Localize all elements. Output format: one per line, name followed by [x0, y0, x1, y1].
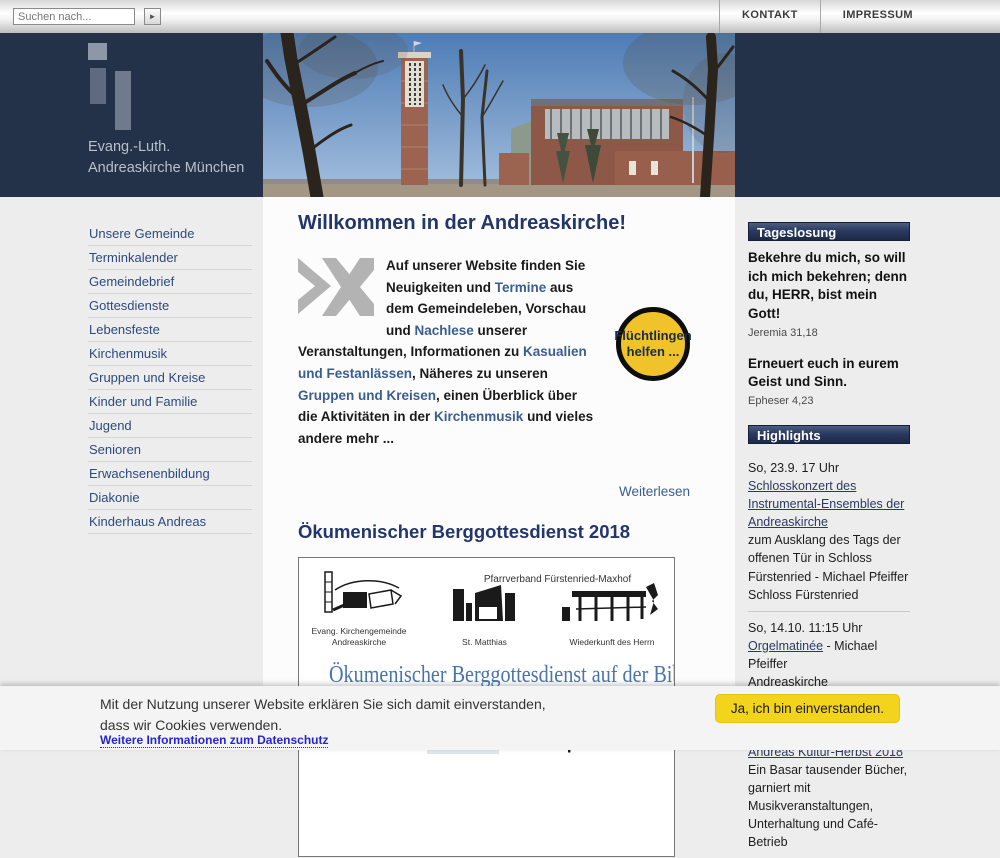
poster-logo-wiederkunft: Wiederkunft des Herrn: [562, 581, 662, 648]
sidebar-item[interactable]: Terminkalender: [88, 246, 252, 270]
kontakt-link[interactable]: KONTAKT: [719, 0, 820, 33]
sidebar-item[interactable]: Lebensfeste: [88, 318, 252, 342]
highlight-description: zum Ausklang des Tags der offenen Tür in…: [748, 531, 910, 585]
page-title: Willkommen in der Andreaskirche!: [298, 212, 690, 235]
privacy-info-link[interactable]: Weitere Informationen zum Datenschutz: [100, 733, 328, 748]
highlight-link[interactable]: Schlosskonzert des Instrumental-Ensemble…: [748, 479, 904, 529]
readmore-link[interactable]: Weiterlesen: [619, 484, 690, 499]
search-form: ►: [13, 8, 161, 25]
tageslosung-header: Tageslosung: [748, 222, 910, 241]
poster-logo-caption: Wiederkunft des Herrn: [562, 637, 662, 648]
search-submit-button[interactable]: ►: [144, 8, 161, 25]
right-sidebar: Tageslosung Bekehre du mich, so will ich…: [748, 222, 910, 858]
sidebar-nav: Unsere Gemeinde Terminkalender Gemeindeb…: [88, 222, 252, 534]
highlight-item: So, 23.9. 17 Uhr Schlosskonzert des Inst…: [748, 452, 910, 611]
arrow-right-icon: ►: [149, 12, 157, 21]
cookie-text: Mit der Nutzung unserer Website erklären…: [100, 694, 546, 736]
verse-text: Bekehre du mich, so will ich mich bekehr…: [748, 249, 910, 324]
topbar: ► KONTAKT IMPRESSUM: [0, 0, 1000, 33]
topbar-links: KONTAKT IMPRESSUM: [719, 0, 935, 33]
poster-logo-st-matthias: St. Matthias: [449, 581, 521, 648]
sidebar-item[interactable]: Kinderhaus Andreas: [88, 510, 252, 534]
verse-ref: Jeremia 31,18: [748, 327, 910, 339]
highlight-date: So, 14.10. 11:15 Uhr: [748, 619, 910, 637]
berg-section-title: Ökumenischer Berggottesdienst 2018: [298, 521, 690, 543]
site-logo-icon: [88, 41, 148, 141]
sidebar-item[interactable]: Kinder und Familie: [88, 390, 252, 414]
site-name-line2: Andreaskirche München: [88, 158, 244, 179]
logo-bar-left: [90, 68, 106, 104]
header-photo-church: [263, 33, 735, 197]
sidebar-item[interactable]: Gruppen und Kreise: [88, 366, 252, 390]
highlight-link[interactable]: Orgelmatinée: [748, 639, 823, 653]
andreas-cross-icon: [298, 258, 374, 316]
cookie-text-line1: Mit der Nutzung unserer Website erklären…: [100, 694, 546, 715]
verse-text: Erneuert euch in eurem Geist und Sinn.: [748, 355, 910, 392]
main-content: Willkommen in der Andreaskirche! Auf uns…: [298, 212, 690, 857]
highlight-description: Ein Basar tausender Bücher, garniert mit…: [748, 761, 910, 852]
intro-link[interactable]: Gruppen und Kreisen: [298, 388, 436, 403]
sidebar-item[interactable]: Erwachsenenbildung: [88, 462, 252, 486]
sidebar-item[interactable]: Gemeindebrief: [88, 270, 252, 294]
sidebar-item[interactable]: Diakonie: [88, 486, 252, 510]
intro-link[interactable]: Termine: [495, 280, 547, 295]
sidebar-item[interactable]: Kirchenmusik: [88, 342, 252, 366]
sidebar-item[interactable]: Gottesdienste: [88, 294, 252, 318]
intro-section: Auf unserer Website finden Sie Neuigkeit…: [298, 255, 690, 449]
poster-logo-caption: St. Matthias: [449, 637, 521, 648]
cookie-accept-button[interactable]: Ja, ich bin einverstanden.: [715, 694, 900, 723]
highlights-box: Highlights So, 23.9. 17 Uhr Schlosskonze…: [748, 425, 910, 858]
poster-logos-row: Evang. Kirchengemeinde Andreaskirche St.…: [311, 570, 662, 647]
tageslosung-box: Tageslosung Bekehre du mich, so will ich…: [748, 222, 910, 407]
poster-logo-caption: Evang. Kirchengemeinde Andreaskirche: [311, 626, 407, 647]
highlights-header: Highlights: [748, 425, 910, 444]
intro-link[interactable]: Kirchenmusik: [434, 409, 523, 424]
site-name-line1: Evang.-Luth.: [88, 137, 244, 158]
sidebar-item[interactable]: Senioren: [88, 438, 252, 462]
refugee-help-badge[interactable]: Flüchtlingen helfen ...: [616, 307, 690, 381]
site-header: Evang.-Luth. Andreaskirche München: [0, 33, 1000, 197]
impressum-link[interactable]: IMPRESSUM: [820, 0, 935, 33]
intro-link[interactable]: Nachlese: [415, 323, 474, 338]
logo-square: [88, 43, 107, 60]
sidebar-item[interactable]: Unsere Gemeinde: [88, 222, 252, 246]
search-input[interactable]: [13, 8, 135, 25]
site-name: Evang.-Luth. Andreaskirche München: [88, 137, 244, 179]
verse-ref: Epheser 4,23: [748, 395, 910, 407]
logo-bar-right: [115, 71, 131, 130]
poster-logo-andreaskirche: Evang. Kirchengemeinde Andreaskirche: [311, 570, 407, 647]
cookie-banner: Mit der Nutzung unserer Website erklären…: [0, 686, 1000, 750]
highlight-date: So, 23.9. 17 Uhr: [748, 459, 910, 477]
sidebar-item[interactable]: Jugend: [88, 414, 252, 438]
highlight-location: Schloss Fürstenried: [748, 586, 910, 604]
